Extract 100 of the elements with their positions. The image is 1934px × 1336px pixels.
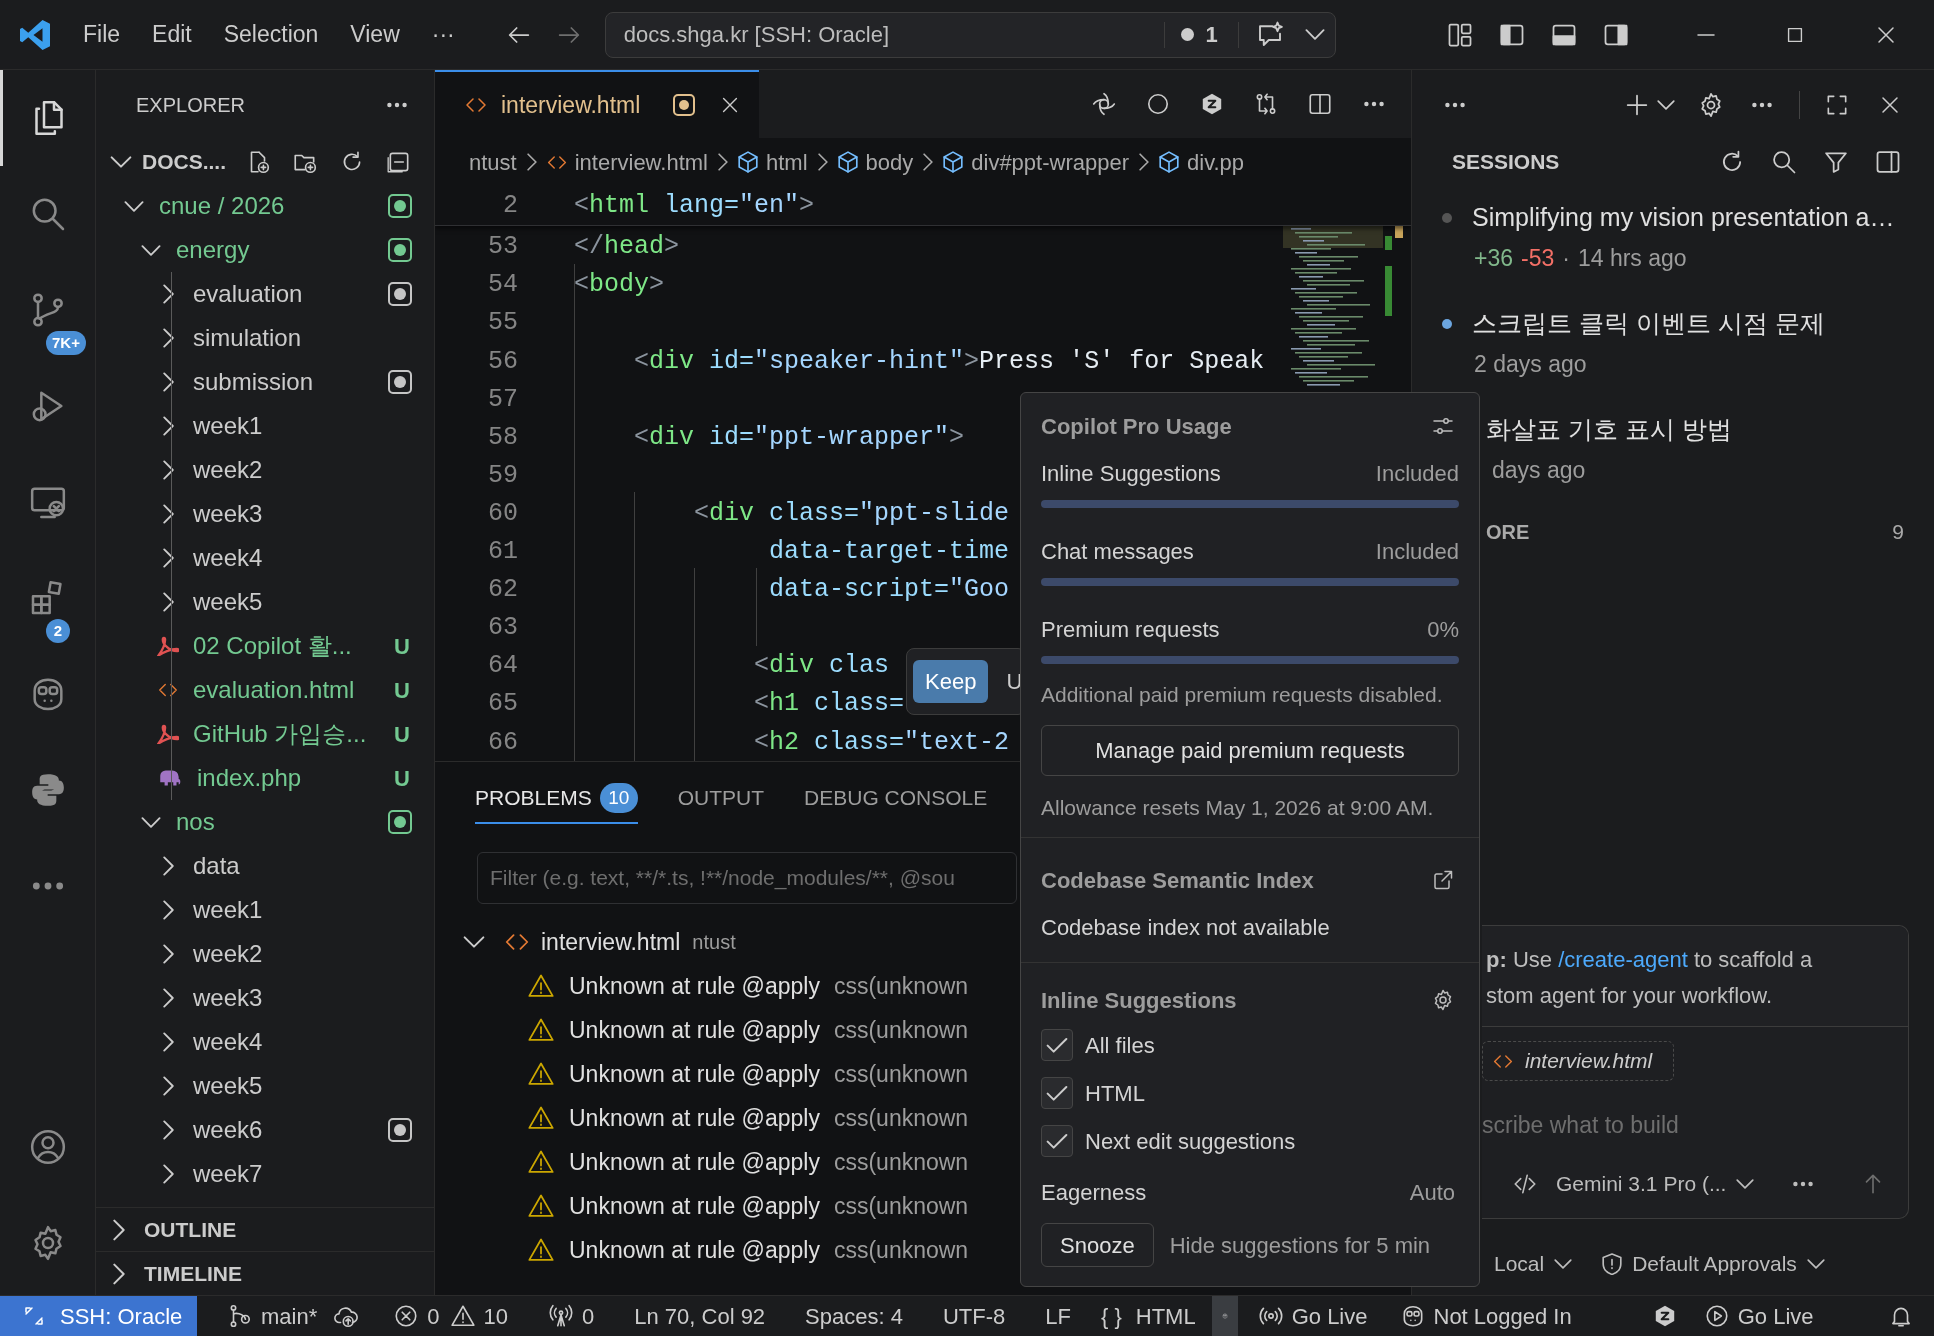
problem-row[interactable]: Unknown at rule @apply css(unknown — [435, 1008, 1015, 1052]
menu-item[interactable]: View — [334, 12, 416, 57]
chevron-icon[interactable] — [162, 460, 174, 480]
checkbox-option[interactable]: All files — [1041, 1021, 1459, 1069]
breadcrumb-item[interactable]: body — [837, 145, 914, 179]
menu-item[interactable]: Edit — [136, 12, 208, 57]
snooze-button[interactable]: Snooze — [1041, 1223, 1154, 1267]
checkbox[interactable] — [1041, 1029, 1073, 1061]
external-link-icon[interactable] — [1431, 868, 1455, 892]
session-item[interactable]: 스크립트 클릭 이벤트 시점 문제 2 days ago — [1412, 304, 1934, 384]
panel-layout-icon[interactable] — [1874, 148, 1902, 176]
chevron-icon[interactable] — [162, 1120, 174, 1140]
chevron-icon[interactable] — [162, 1164, 174, 1184]
search-icon[interactable] — [1770, 148, 1798, 176]
chat-input-field[interactable]: scribe what to build — [1482, 1105, 1882, 1145]
chevron-icon[interactable] — [141, 244, 161, 256]
breadcrumb-item[interactable]: ntust — [469, 145, 517, 179]
tree-item[interactable]: week5 — [96, 580, 434, 624]
model-picker[interactable]: Gemini 3.1 Pro (... — [1556, 1168, 1755, 1200]
tree-item[interactable]: nos — [96, 800, 434, 844]
tree-item[interactable]: submission — [96, 360, 434, 404]
chevron-icon[interactable] — [162, 900, 174, 920]
status-item[interactable]: 0 — [548, 1296, 595, 1336]
tree-item[interactable]: index.php U — [96, 756, 434, 800]
tree-item[interactable]: data — [96, 844, 434, 888]
status-item[interactable]: { } HTML — [1100, 1296, 1196, 1336]
problem-row[interactable]: Unknown at rule @apply css(unknown — [435, 1228, 1015, 1272]
chevron-icon[interactable] — [162, 856, 174, 876]
keep-button[interactable]: Keep — [913, 660, 989, 703]
problem-row[interactable]: Unknown at rule @apply css(unknown — [435, 1140, 1015, 1184]
breadcrumb-item[interactable]: interview.html — [546, 145, 708, 179]
tree-item[interactable]: week7 — [96, 1152, 434, 1196]
tree-item[interactable]: evaluation — [96, 272, 434, 316]
status-item[interactable]: main* — [227, 1296, 318, 1336]
menu-item[interactable]: ··· — [415, 12, 471, 57]
session-item[interactable]: 화살표 기호 표시 방법 days ago — [1482, 410, 1934, 490]
panel-tab[interactable]: OUTPUT — [677, 774, 765, 824]
chevron-icon[interactable] — [162, 416, 174, 436]
chevron-down-icon[interactable] — [110, 156, 132, 168]
status-item[interactable]: 10 — [449, 1296, 508, 1336]
session-item[interactable]: Simplifying my vision presentation a… +36 -53 · 14 hrs ago — [1412, 198, 1934, 278]
chevron-icon[interactable] — [162, 944, 174, 964]
chevron-icon[interactable] — [162, 1076, 174, 1096]
chevron-down-icon[interactable] — [1657, 100, 1675, 110]
status-item[interactable]: Spaces: 4 — [805, 1296, 903, 1336]
chevron-icon[interactable] — [162, 504, 174, 524]
approvals-picker[interactable]: Default Approvals — [1602, 1248, 1825, 1280]
remote-indicator[interactable]: SSH: Oracle — [0, 1296, 197, 1336]
panel-tab[interactable]: PROBLEMS 10 — [475, 774, 638, 824]
checkbox[interactable] — [1041, 1125, 1073, 1157]
tree-item[interactable]: week2 — [96, 932, 434, 976]
problem-row[interactable]: Unknown at rule @apply css(unknown — [435, 1096, 1015, 1140]
chevron-icon[interactable] — [162, 592, 174, 612]
status-item[interactable]: Go Live — [1257, 1296, 1368, 1336]
chevron-icon[interactable] — [162, 372, 174, 392]
breadcrumb-item[interactable]: div#ppt-wrapper — [943, 145, 1129, 179]
tree-item[interactable]: 02 Copilot 활... U — [96, 624, 434, 668]
chevron-icon[interactable] — [162, 548, 174, 568]
chevron-icon[interactable] — [162, 328, 174, 348]
tree-item[interactable]: GitHub 가입승... U — [96, 712, 434, 756]
manage-button[interactable]: Manage paid premium requests — [1041, 725, 1459, 776]
chevron-down-icon[interactable] — [1304, 29, 1325, 40]
tree-item[interactable]: week4 — [96, 1020, 434, 1064]
chevron-icon[interactable] — [141, 816, 161, 828]
eagerness-value[interactable]: Auto — [1409, 1175, 1455, 1209]
panel-tab[interactable]: DEBUG CONSOLE — [804, 774, 988, 824]
menu-item[interactable]: File — [67, 12, 137, 57]
tree-item[interactable]: week3 — [96, 492, 434, 536]
problem-row[interactable]: Unknown at rule @apply css(unknown — [435, 1184, 1015, 1228]
status-item[interactable]: UTF-8 — [942, 1296, 1006, 1336]
chevron-icon[interactable] — [124, 200, 144, 212]
status-item[interactable]: Not Logged In — [1399, 1296, 1572, 1336]
location-picker[interactable]: Local — [1494, 1248, 1573, 1280]
section-header[interactable]: OUTLINE — [96, 1207, 434, 1251]
split-editor-icon[interactable] — [1307, 91, 1333, 117]
tree-item[interactable]: cnue / 2026 — [96, 184, 434, 228]
checkbox-option[interactable]: HTML — [1041, 1069, 1459, 1117]
tree-item[interactable]: energy — [96, 228, 434, 272]
knot-icon[interactable] — [1091, 91, 1117, 117]
problem-row[interactable]: Unknown at rule @apply css(unknown — [435, 964, 1015, 1008]
status-item[interactable]: 0 — [393, 1296, 440, 1336]
checkbox[interactable] — [1041, 1077, 1073, 1109]
tree-item[interactable]: week5 — [96, 1064, 434, 1108]
status-item[interactable]: Go Live — [1703, 1296, 1814, 1336]
editor-tab[interactable]: interview.html — [435, 70, 759, 138]
tree-item[interactable]: simulation — [96, 316, 434, 360]
circle-icon[interactable] — [1145, 91, 1171, 117]
filter-field[interactable]: Filter (e.g. text, **/*.ts, !**/node_modules/**, @sou — [477, 852, 1017, 904]
tree-item[interactable]: evaluation.html U — [96, 668, 434, 712]
chevron-icon[interactable] — [162, 988, 174, 1008]
chevron-icon[interactable] — [162, 284, 174, 304]
more-section-header[interactable]: ORE 9 — [1482, 512, 1934, 552]
breadcrumb-item[interactable]: html — [738, 145, 808, 179]
problem-row[interactable]: Unknown at rule @apply css(unknown — [435, 1052, 1015, 1096]
checkbox-option[interactable]: Next edit suggestions — [1041, 1117, 1459, 1165]
command-center[interactable]: docs.shga.kr [SSH: Oracle] 1 — [604, 11, 1336, 58]
menu-item[interactable]: Selection — [207, 12, 335, 57]
section-header[interactable]: TIMELINE — [96, 1251, 434, 1295]
status-item[interactable]: LF — [1045, 1296, 1071, 1336]
tree-item[interactable]: week4 — [96, 536, 434, 580]
